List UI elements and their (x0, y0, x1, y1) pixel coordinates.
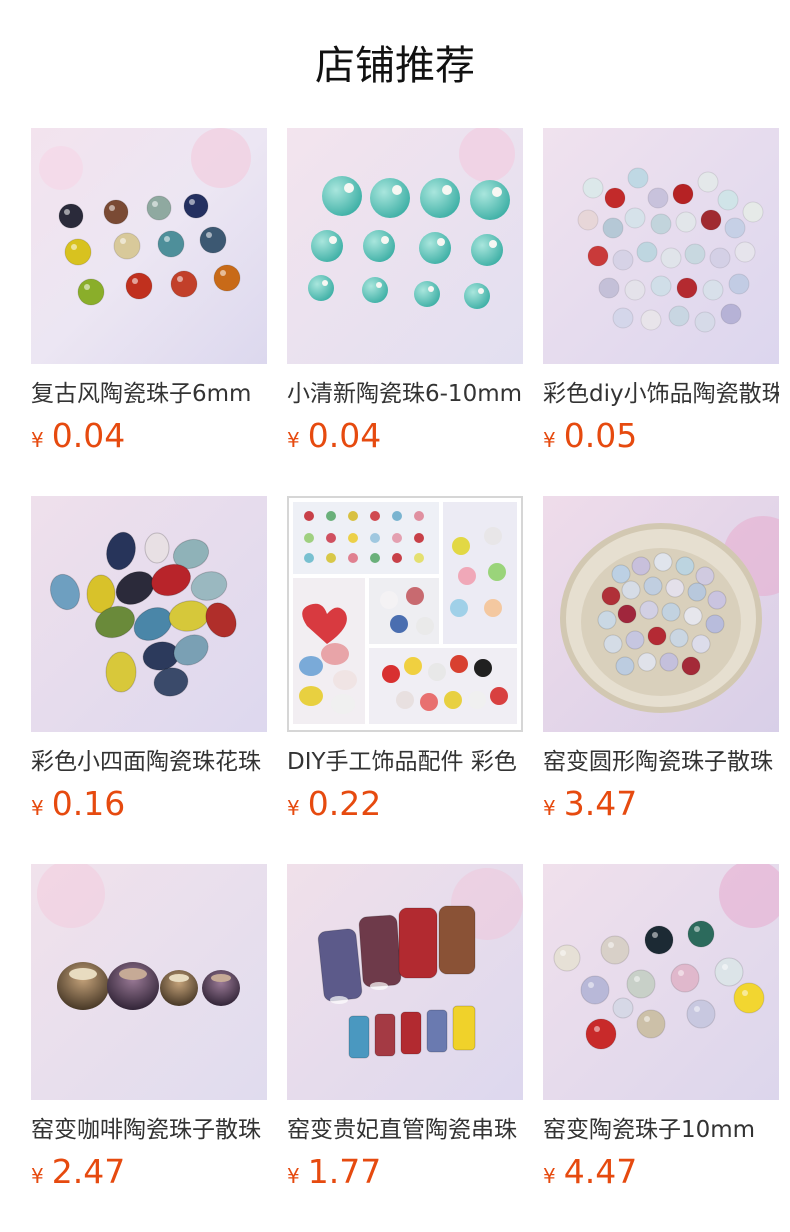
product-name[interactable]: 复古风陶瓷珠子6mm (31, 378, 267, 410)
product-name[interactable]: 小清新陶瓷珠6-10mm (287, 378, 523, 410)
product-card[interactable]: 窑变圆形陶瓷珠子散珠 ¥3.47 (543, 496, 779, 864)
product-card[interactable]: 复古风陶瓷珠子6mm ¥0.04 (31, 128, 267, 496)
product-card[interactable]: 窑变咖啡陶瓷珠子散珠 ¥2.47 (31, 864, 267, 1232)
currency-symbol: ¥ (31, 1164, 44, 1188)
price-value: 4.47 (563, 1152, 638, 1191)
product-name[interactable]: 窑变贵妃直管陶瓷串珠 (287, 1114, 523, 1146)
price-value: 0.22 (307, 784, 382, 823)
price-value: 0.04 (307, 416, 382, 455)
product-card[interactable]: 窑变贵妃直管陶瓷串珠 ¥1.77 (287, 864, 523, 1232)
price-value: 0.04 (51, 416, 126, 455)
product-card[interactable]: DIY手工饰品配件 彩色 ¥0.22 (287, 496, 523, 864)
price-value: 3.47 (563, 784, 638, 823)
currency-symbol: ¥ (31, 796, 44, 820)
section-title: 店铺推荐 (315, 43, 475, 89)
beads-coffee-row-photo[interactable] (31, 864, 267, 1100)
currency-symbol: ¥ (287, 428, 300, 452)
product-card[interactable]: 窑变陶瓷珠子10mm ¥4.47 (543, 864, 779, 1232)
currency-symbol: ¥ (543, 796, 556, 820)
product-price: ¥0.04 (31, 416, 267, 456)
product-price: ¥0.16 (31, 784, 267, 824)
beads-collage-photo[interactable] (287, 496, 523, 732)
product-name[interactable]: 窑变咖啡陶瓷珠子散珠 (31, 1114, 267, 1146)
product-price: ¥4.47 (543, 1152, 779, 1192)
price-value: 0.05 (563, 416, 638, 455)
product-card[interactable]: 彩色diy小饰品陶瓷散珠 ¥0.05 (543, 128, 779, 496)
product-price: ¥1.77 (287, 1152, 523, 1192)
product-name[interactable]: 窑变陶瓷珠子10mm (543, 1114, 779, 1146)
product-card[interactable]: 小清新陶瓷珠6-10mm ¥0.04 (287, 128, 523, 496)
currency-symbol: ¥ (543, 428, 556, 452)
beads-turquoise-photo[interactable] (287, 128, 523, 364)
beads-retro-mix-photo[interactable] (31, 128, 267, 364)
currency-symbol: ¥ (287, 1164, 300, 1188)
price-value: 0.16 (51, 784, 126, 823)
beads-tube-photo[interactable] (287, 864, 523, 1100)
product-grid: 复古风陶瓷珠子6mm ¥0.04 小清新陶瓷珠6-10mm ¥ 0.04 彩色d… (31, 128, 790, 1232)
product-price: ¥0.05 (543, 416, 779, 456)
beads-oval-faceted-photo[interactable] (31, 496, 267, 732)
product-name[interactable]: 彩色diy小饰品陶瓷散珠 (543, 378, 779, 410)
beads-glazed-mix-photo[interactable] (543, 864, 779, 1100)
currency-symbol: ¥ (543, 1164, 556, 1188)
product-price: ¥0.22 (287, 784, 523, 824)
product-name[interactable]: DIY手工饰品配件 彩色 (287, 746, 523, 778)
product-name[interactable]: 窑变圆形陶瓷珠子散珠 (543, 746, 779, 778)
beads-in-nest-photo[interactable] (543, 496, 779, 732)
product-card[interactable]: 彩色小四面陶瓷珠花珠 ¥0.16 (31, 496, 267, 864)
currency-symbol: ¥ (287, 796, 300, 820)
product-price: ¥3.47 (543, 784, 779, 824)
price-value: 1.77 (307, 1152, 382, 1191)
currency-symbol: ¥ (31, 428, 44, 452)
product-name[interactable]: 彩色小四面陶瓷珠花珠 (31, 746, 267, 778)
product-price: ¥0.04 (287, 416, 523, 456)
beads-pastel-pile-photo[interactable] (543, 128, 779, 364)
product-price: ¥2.47 (31, 1152, 267, 1192)
price-value: 2.47 (51, 1152, 126, 1191)
